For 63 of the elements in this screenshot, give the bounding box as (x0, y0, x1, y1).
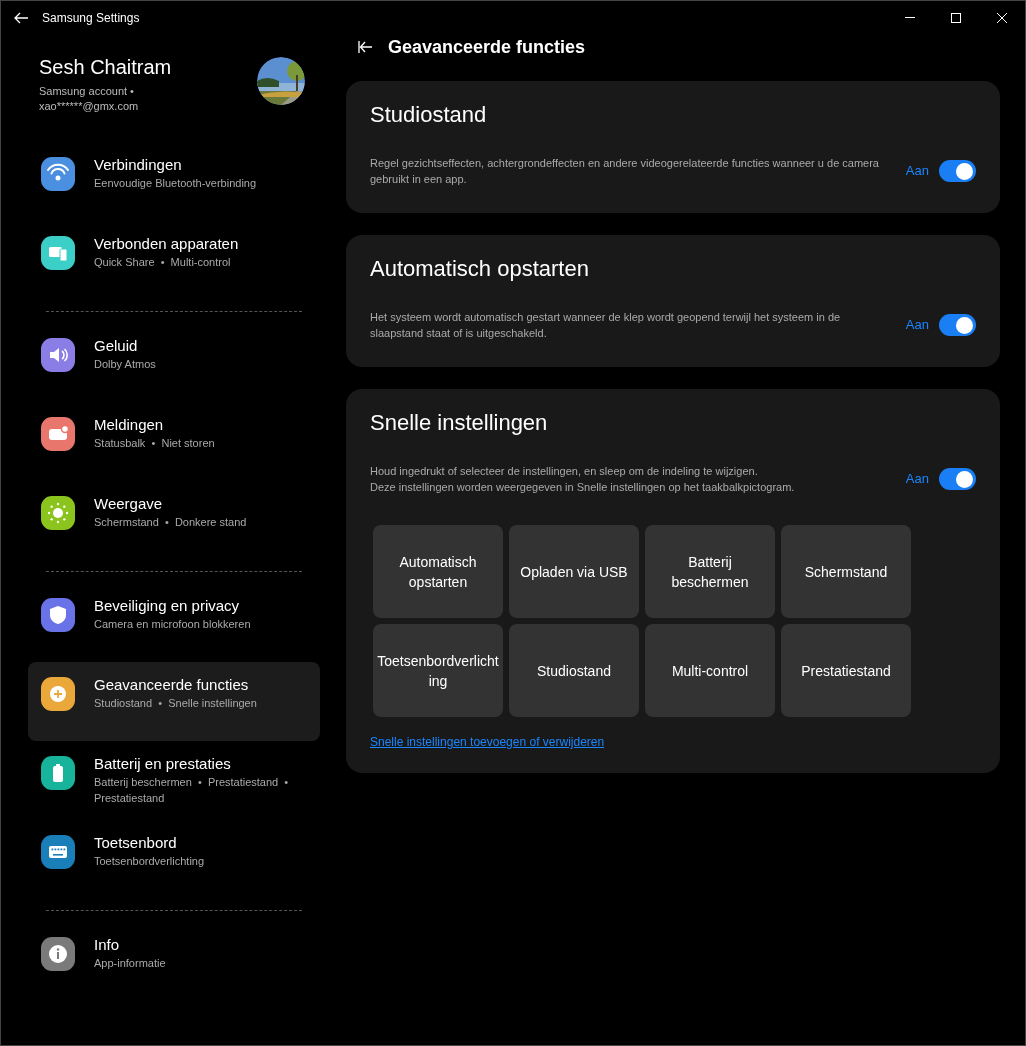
back-arrow-icon (14, 11, 28, 24)
card-title: Automatisch opstarten (370, 255, 590, 283)
quick-setting-tile[interactable]: Toetsenbordverlichting (373, 624, 503, 717)
toggle-label: Aan (905, 316, 929, 335)
quick-setting-tile[interactable]: Studiostand (509, 624, 639, 717)
quick-setting-tile[interactable]: Multi-control (645, 624, 775, 717)
item-subtitle: Studiostand • Snelle instellingen (94, 696, 257, 711)
item-title: Weergave (94, 494, 164, 514)
account-label: Samsung account • (39, 84, 135, 99)
item-subtitle: App-informatie (94, 956, 166, 971)
item-subtitle: Toetsenbordverlichting (94, 854, 205, 869)
item-title: Geluid (94, 336, 139, 356)
account-name: Sesh Chaitram (39, 55, 172, 80)
card-description: Het systeem wordt automatisch gestart wanneer de klep wordt geopend terwijl het systeem in de slaapstand staat of is uitgeschakeld. (370, 310, 842, 341)
card-description: Regel gezichtseffecten, achtergrondeffecten en andere videogerelateerde functies wanneer u de camera gebruikt in een app. (370, 156, 880, 187)
toggle-switch[interactable] (939, 468, 976, 490)
quick-settings-link[interactable]: Snelle instellingen toevoegen of verwijderen (370, 733, 605, 751)
item-subtitle: Batterij beschermen • Prestatiestand • Prestatiestand (94, 775, 290, 806)
collapse-button[interactable] (358, 39, 374, 55)
maximize-icon (951, 12, 961, 23)
card-description: Houd ingedrukt of selecteer de instellingen, en sleep om de indeling te wijzigen. (370, 464, 759, 479)
quick-setting-tile[interactable]: Batterij beschermen (645, 525, 775, 618)
page-title: Geavanceerde functies (388, 35, 586, 59)
item-title: Batterij en prestaties (94, 754, 232, 774)
quick-setting-tile[interactable]: Schermstand (781, 525, 911, 618)
item-title: Meldingen (94, 415, 165, 435)
item-title: Verbindingen (94, 155, 183, 175)
toggle-label: Aan (905, 470, 929, 489)
sidebar-item[interactable]: Toetsenbord Toetsenbordverlichting (28, 820, 320, 899)
toggle-switch[interactable] (939, 314, 976, 336)
sidebar-item[interactable]: Geavanceerde functies Studiostand • Snelle instellingen (28, 662, 320, 741)
card-description: Deze instellingen worden weergegeven in Snelle instellingen op het taakbalkpictogram. (370, 480, 796, 495)
item-subtitle: Statusbalk • Niet storen (94, 436, 215, 451)
minimize-icon (905, 17, 915, 18)
item-subtitle: Eenvoudige Bluetooth-verbinding (94, 176, 257, 191)
quick-setting-tile[interactable]: Opladen via USB (509, 525, 639, 618)
account-email: xao******@gmx.com (39, 99, 140, 114)
quick-setting-tile[interactable]: Prestatiestand (781, 624, 911, 717)
toggle-label: Aan (905, 162, 929, 181)
item-title: Verbonden apparaten (94, 234, 239, 254)
toggle-switch[interactable] (939, 160, 976, 182)
collapse-icon (358, 41, 372, 53)
item-subtitle: Dolby Atmos (94, 357, 156, 372)
sidebar-item[interactable]: Geluid Dolby Atmos (28, 323, 320, 402)
item-title: Toetsenbord (94, 833, 178, 853)
sidebar-item[interactable]: Info App-informatie (28, 922, 320, 1001)
close-icon (997, 12, 1007, 23)
window-title: Samsung Settings (42, 9, 140, 27)
sidebar-item[interactable]: Beveiliging en privacy Camera en microfoon blokkeren (28, 583, 320, 662)
card-title: Snelle instellingen (370, 409, 549, 437)
item-title: Info (94, 935, 121, 955)
item-subtitle: Camera en microfoon blokkeren (94, 617, 251, 632)
sidebar-item[interactable]: Weergave Schermstand • Donkere stand (28, 481, 320, 560)
item-title: Geavanceerde functies (94, 675, 250, 695)
quick-setting-tile[interactable]: Automatisch opstarten (373, 525, 503, 618)
item-title: Beveiliging en privacy (94, 596, 241, 616)
sidebar-item[interactable]: Verbindingen Eenvoudige Bluetooth-verbinding (28, 142, 320, 221)
card-title: Studiostand (370, 101, 488, 129)
item-subtitle: Schermstand • Donkere stand (94, 515, 247, 530)
item-subtitle: Quick Share • Multi-control (94, 255, 232, 270)
sidebar-item[interactable]: Verbonden apparaten Quick Share • Multi-control (28, 221, 320, 300)
sidebar-item[interactable]: Meldingen Statusbalk • Niet storen (28, 402, 320, 481)
sidebar-item[interactable]: Batterij en prestaties Batterij beschermen • Prestatiestand • Prestatiestand (28, 741, 320, 820)
